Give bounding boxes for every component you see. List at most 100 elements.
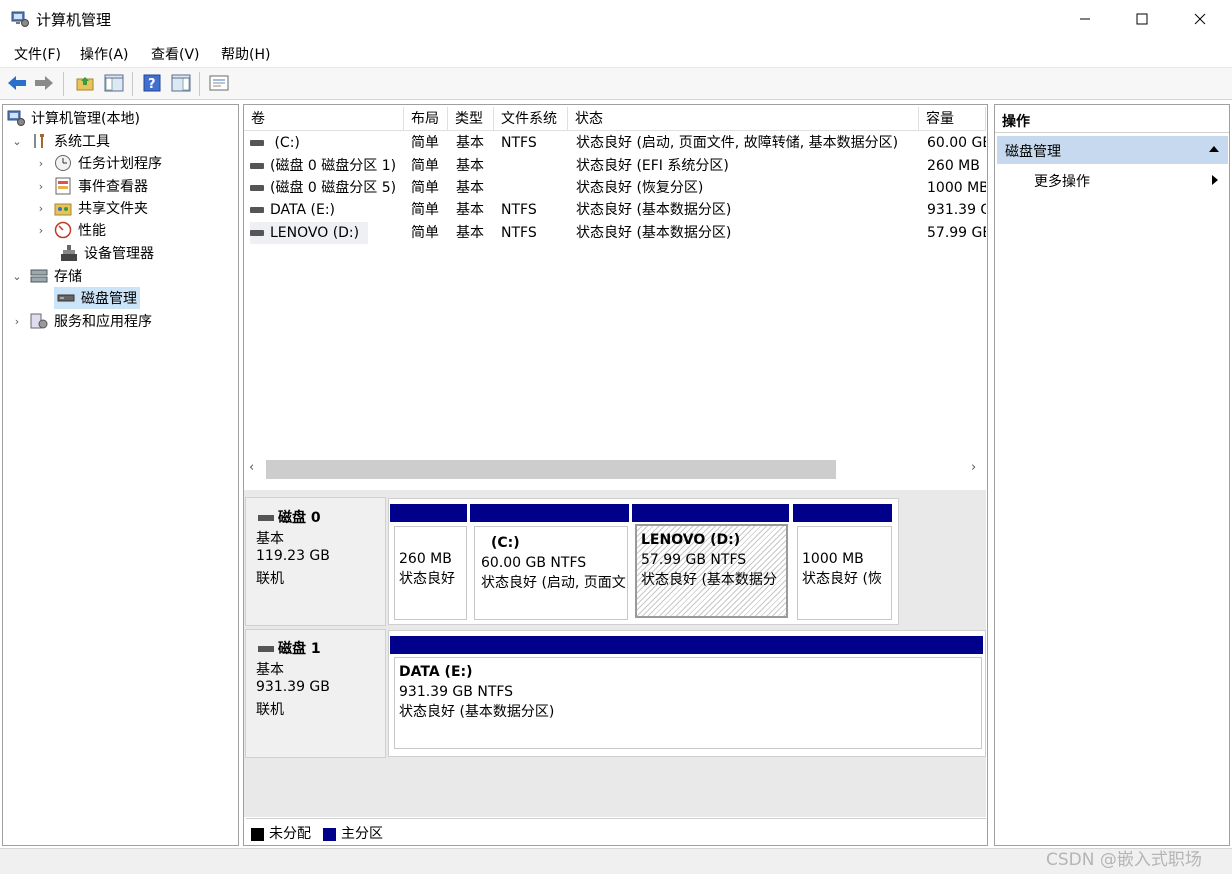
computer-management-icon: [11, 10, 29, 28]
partition-status: 状态良好 (恢: [802, 571, 882, 587]
partition-c[interactable]: (C:) 60.00 GB NTFS 状态良好 (启动, 页面文: [474, 526, 628, 620]
volume-type: 基本: [456, 202, 484, 218]
column-header-status[interactable]: 状态: [568, 107, 919, 131]
partition-size: 260 MB: [399, 551, 452, 567]
toolbar-separator: [63, 72, 64, 96]
volume-type: 基本: [456, 135, 484, 151]
tree-item-system-tools[interactable]: ⌄ 系统工具: [10, 130, 110, 152]
disk-1-state: 联机: [256, 702, 284, 718]
device-manager-icon: [60, 244, 78, 262]
tree-label: 共享文件夹: [78, 201, 148, 217]
volume-name: (C:): [250, 132, 402, 154]
partition-efi[interactable]: 260 MB 状态良好: [394, 526, 467, 620]
show-hide-tree-icon[interactable]: [103, 72, 125, 94]
tree-item-computer-management[interactable]: 计算机管理(本地): [7, 107, 140, 129]
volume-fs: NTFS: [501, 225, 537, 241]
chevron-right-icon[interactable]: ›: [34, 180, 48, 193]
volume-layout: 简单: [411, 225, 439, 241]
partition-size: 57.99 GB NTFS: [641, 552, 747, 568]
volume-icon: [250, 230, 264, 236]
column-header-capacity[interactable]: 容量: [919, 107, 986, 131]
computer-management-icon: [7, 109, 25, 127]
partition-recovery[interactable]: 1000 MB 状态良好 (恢: [797, 526, 892, 620]
more-actions-label: 更多操作: [1034, 174, 1090, 190]
partition-status: 状态良好: [399, 571, 455, 587]
partition-status: 状态良好 (启动, 页面文: [481, 575, 626, 591]
partition-size: 931.39 GB NTFS: [399, 684, 514, 700]
submenu-arrow-icon[interactable]: [1211, 174, 1219, 190]
chevron-down-icon[interactable]: ⌄: [10, 270, 24, 283]
up-folder-icon[interactable]: [74, 72, 96, 94]
menu-action[interactable]: 操作(A): [80, 44, 129, 64]
scroll-right-icon[interactable]: ›: [971, 460, 976, 475]
partition-bar: [632, 504, 789, 522]
title-bar: [0, 0, 1232, 38]
partition-title: (C:): [491, 535, 520, 551]
svg-text:?: ?: [148, 77, 156, 92]
volume-layout: 简单: [411, 158, 439, 174]
window-title: 计算机管理: [36, 11, 112, 29]
chevron-down-icon[interactable]: ⌄: [10, 135, 24, 148]
volume-capacity: 260 MB: [927, 158, 980, 174]
minimize-button[interactable]: [1056, 0, 1114, 38]
volume-icon: [250, 207, 264, 213]
performance-icon: [54, 221, 72, 239]
properties-icon[interactable]: [208, 72, 230, 94]
back-arrow-icon[interactable]: [6, 72, 28, 94]
tree-item-services-apps[interactable]: › 服务和应用程序: [10, 310, 152, 332]
column-header-layout[interactable]: 布局: [404, 107, 448, 131]
forward-arrow-icon[interactable]: [33, 72, 55, 94]
tree-item-event-viewer[interactable]: › 事件查看器: [34, 175, 148, 197]
disk-0-state: 联机: [256, 571, 284, 587]
menu-help[interactable]: 帮助(H): [221, 44, 270, 64]
tree-item-task-scheduler[interactable]: › 任务计划程序: [34, 152, 162, 174]
chevron-right-icon[interactable]: ›: [34, 157, 48, 170]
column-header-volume[interactable]: 卷: [244, 107, 404, 131]
volume-capacity: 60.00 GB: [927, 135, 986, 151]
maximize-button[interactable]: [1113, 0, 1171, 38]
column-header-type[interactable]: 类型: [448, 107, 494, 131]
partition-size: 1000 MB: [802, 551, 864, 567]
tree-label: 性能: [78, 223, 106, 239]
scroll-left-icon[interactable]: ‹: [249, 460, 254, 475]
volume-layout: 简单: [411, 202, 439, 218]
partition-e[interactable]: DATA (E:) 931.39 GB NTFS 状态良好 (基本数据分区): [394, 657, 982, 749]
more-actions-item[interactable]: 更多操作: [1034, 171, 1090, 191]
actions-pane: [994, 104, 1230, 846]
tree-item-shared-folders[interactable]: › 共享文件夹: [34, 197, 148, 219]
partition-bar: [390, 504, 467, 522]
volume-icon: [250, 185, 264, 191]
partition-d-selected[interactable]: LENOVO (D:) 57.99 GB NTFS 状态良好 (基本数据分: [635, 524, 788, 618]
tree-label: 存储: [54, 269, 82, 285]
tools-icon: [30, 132, 48, 150]
column-header-filesystem[interactable]: 文件系统: [494, 107, 568, 131]
tree-item-storage[interactable]: ⌄ 存储: [10, 265, 82, 287]
partition-title: LENOVO (D:): [641, 532, 741, 548]
volume-capacity: 57.99 GB: [927, 225, 986, 241]
close-button[interactable]: [1171, 0, 1229, 38]
volume-status: 状态良好 (基本数据分区): [576, 202, 732, 218]
partition-size: 60.00 GB NTFS: [481, 555, 587, 571]
tree-item-disk-management[interactable]: 磁盘管理: [54, 287, 140, 309]
disk-icon: [258, 646, 274, 652]
tree-label: 磁盘管理: [81, 291, 137, 307]
menu-file[interactable]: 文件(F): [14, 44, 61, 64]
chevron-right-icon[interactable]: ›: [34, 224, 48, 237]
help-icon[interactable]: ?: [141, 72, 163, 94]
menu-view[interactable]: 查看(V): [151, 44, 200, 64]
volume-name: LENOVO (D:): [250, 222, 368, 244]
tree-item-device-manager[interactable]: 设备管理器: [58, 242, 154, 264]
chevron-right-icon[interactable]: ›: [10, 315, 24, 328]
partition-status: 状态良好 (基本数据分: [641, 572, 777, 588]
collapse-up-icon[interactable]: [1208, 142, 1220, 158]
actions-section-label: 磁盘管理: [1005, 144, 1061, 160]
tree-item-performance[interactable]: › 性能: [34, 219, 106, 241]
tree-label: 事件查看器: [78, 179, 148, 195]
actions-section-disk-management[interactable]: 磁盘管理: [997, 136, 1228, 164]
disk-0-size: 119.23 GB: [256, 548, 330, 564]
unallocated-swatch: [251, 827, 264, 841]
chevron-right-icon[interactable]: ›: [34, 202, 48, 215]
volume-name: (磁盘 0 磁盘分区 5): [250, 177, 402, 199]
show-action-pane-icon[interactable]: [170, 72, 192, 94]
scrollbar-thumb[interactable]: [266, 460, 836, 479]
